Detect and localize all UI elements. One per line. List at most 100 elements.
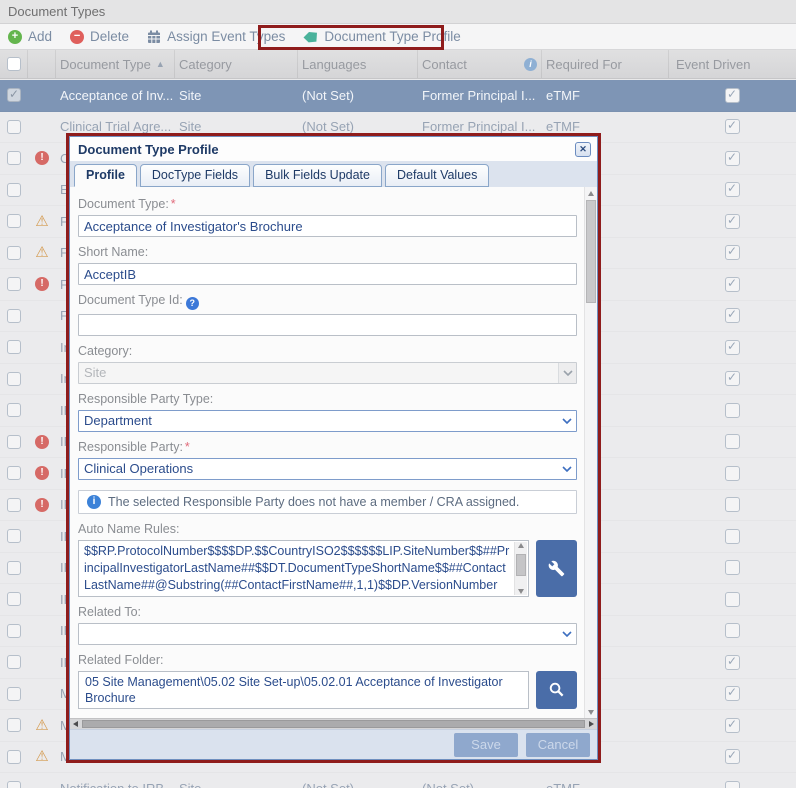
contact-info-icon[interactable]: i — [524, 58, 537, 71]
auto-name-rules-textarea[interactable]: $$RP.ProtocolNumber$$$$DP.$$CountryISO2$… — [78, 540, 529, 597]
textarea-scrollbar[interactable] — [514, 542, 527, 595]
responsible-party-select[interactable]: Clinical Operations — [78, 458, 577, 480]
scroll-up-icon[interactable] — [588, 191, 594, 196]
event-driven-checkbox[interactable] — [725, 497, 740, 512]
row-select-checkbox[interactable] — [7, 372, 21, 386]
close-icon[interactable]: ✕ — [575, 142, 591, 157]
row-select-checkbox[interactable] — [7, 718, 21, 732]
select-all-checkbox[interactable] — [7, 57, 21, 71]
row-select-checkbox[interactable] — [7, 277, 21, 291]
tab-default-values[interactable]: Default Values — [385, 164, 489, 187]
required-asterisk: * — [185, 440, 190, 454]
row-select-checkbox[interactable] — [7, 340, 21, 354]
document-type-id-input[interactable] — [78, 314, 577, 336]
related-folder-browse-button[interactable] — [536, 671, 577, 709]
row-select-checkbox[interactable] — [7, 498, 21, 512]
scrollbar-thumb[interactable] — [586, 200, 596, 303]
row-status-icon: ! — [35, 277, 49, 291]
header-required-for[interactable]: Required For — [542, 50, 669, 78]
event-driven-checkbox[interactable] — [725, 371, 740, 386]
event-driven-checkbox[interactable] — [725, 466, 740, 481]
event-driven-checkbox[interactable] — [725, 182, 740, 197]
dialog-horizontal-scrollbar[interactable] — [70, 718, 597, 729]
event-driven-checkbox[interactable] — [725, 781, 740, 788]
dialog-scrollbar[interactable] — [584, 187, 597, 718]
row-select-checkbox[interactable] — [7, 246, 21, 260]
chevron-down-icon[interactable] — [558, 624, 576, 644]
row-status-icon: ⚠ — [35, 245, 48, 260]
scroll-left-icon[interactable] — [73, 721, 78, 727]
row-select-checkbox[interactable] — [7, 592, 21, 606]
chevron-down-icon[interactable] — [558, 459, 576, 479]
document-type-input[interactable] — [78, 215, 577, 237]
row-select-checkbox[interactable] — [7, 529, 21, 543]
scrollbar-thumb[interactable] — [82, 720, 585, 728]
event-driven-checkbox[interactable] — [725, 434, 740, 449]
table-row[interactable]: Acceptance of Inv... Site (Not Set) Form… — [0, 80, 796, 112]
event-driven-checkbox[interactable] — [725, 403, 740, 418]
row-select-checkbox[interactable] — [7, 687, 21, 701]
event-driven-checkbox[interactable] — [725, 529, 740, 544]
row-select-checkbox[interactable] — [7, 561, 21, 575]
scroll-right-icon[interactable] — [589, 721, 594, 727]
document-type-profile-button[interactable]: Document Type Profile — [303, 29, 460, 44]
header-category[interactable]: Category — [175, 50, 298, 78]
event-driven-checkbox[interactable] — [725, 88, 740, 103]
row-select-checkbox[interactable] — [7, 214, 21, 228]
event-driven-checkbox[interactable] — [725, 340, 740, 355]
row-status-icon: ⚠ — [35, 718, 48, 733]
row-select-checkbox[interactable] — [7, 781, 21, 788]
related-to-select[interactable] — [78, 623, 577, 645]
event-driven-checkbox[interactable] — [725, 592, 740, 607]
row-select-checkbox[interactable] — [7, 750, 21, 764]
save-button[interactable]: Save — [454, 733, 518, 757]
row-select-checkbox[interactable] — [7, 435, 21, 449]
row-status-icon: ⚠ — [35, 214, 48, 229]
event-driven-checkbox[interactable] — [725, 686, 740, 701]
event-driven-checkbox[interactable] — [725, 151, 740, 166]
header-languages[interactable]: Languages — [298, 50, 418, 78]
row-select-checkbox[interactable] — [7, 655, 21, 669]
row-select-checkbox[interactable] — [7, 183, 21, 197]
row-select-checkbox[interactable] — [7, 466, 21, 480]
scroll-down-icon[interactable] — [518, 589, 524, 594]
help-icon[interactable]: ? — [186, 297, 199, 310]
event-driven-checkbox[interactable] — [725, 214, 740, 229]
scroll-up-icon[interactable] — [518, 543, 524, 548]
header-event-driven[interactable]: Event Driven — [669, 50, 796, 78]
event-driven-checkbox[interactable] — [725, 560, 740, 575]
add-button[interactable]: + Add — [8, 29, 52, 44]
event-driven-checkbox[interactable] — [725, 749, 740, 764]
tab-doctype-fields[interactable]: DocType Fields — [140, 164, 250, 187]
chevron-down-icon[interactable] — [558, 411, 576, 431]
row-select-checkbox[interactable] — [7, 120, 21, 134]
row-select-checkbox[interactable] — [7, 624, 21, 638]
event-driven-checkbox[interactable] — [725, 245, 740, 260]
event-driven-checkbox[interactable] — [725, 308, 740, 323]
tab-bulk-fields-update[interactable]: Bulk Fields Update — [253, 164, 382, 187]
related-folder-input[interactable]: 05 Site Management\05.02 Site Set-up\05.… — [78, 671, 529, 709]
header-category-label: Category — [179, 57, 232, 72]
auto-name-rules-edit-button[interactable] — [536, 540, 577, 597]
header-document-type[interactable]: Document Type ▲ — [56, 50, 175, 78]
event-driven-checkbox[interactable] — [725, 277, 740, 292]
dialog-footer: Save Cancel — [70, 729, 597, 759]
scroll-down-icon[interactable] — [588, 710, 594, 715]
scrollbar-thumb[interactable] — [516, 554, 526, 576]
event-driven-checkbox[interactable] — [725, 718, 740, 733]
short-name-input[interactable] — [78, 263, 577, 285]
row-select-checkbox[interactable] — [7, 403, 21, 417]
row-select-checkbox[interactable] — [7, 151, 21, 165]
event-driven-checkbox[interactable] — [725, 655, 740, 670]
assign-event-types-button[interactable]: Assign Event Types — [147, 29, 285, 44]
tab-profile[interactable]: Profile — [74, 164, 137, 187]
table-row[interactable]: Notification to IRB... Site (Not Set) (N… — [0, 773, 796, 788]
delete-button[interactable]: − Delete — [70, 29, 129, 44]
row-select-checkbox[interactable] — [7, 309, 21, 323]
cancel-button[interactable]: Cancel — [526, 733, 590, 757]
row-select-checkbox[interactable] — [7, 88, 21, 102]
event-driven-checkbox[interactable] — [725, 119, 740, 134]
event-driven-checkbox[interactable] — [725, 623, 740, 638]
header-contact[interactable]: Contact i — [418, 50, 542, 78]
responsible-party-type-select[interactable]: Department — [78, 410, 577, 432]
